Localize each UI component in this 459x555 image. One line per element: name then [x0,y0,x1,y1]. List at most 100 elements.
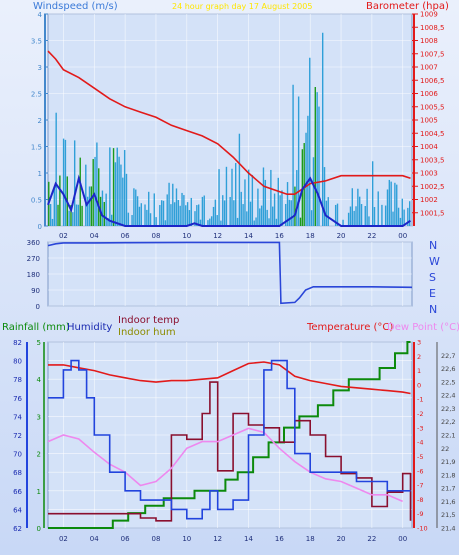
temperature-tick-label: -7 [417,482,423,490]
indoor-temp-label: Indoor temp [118,315,179,326]
barometer-tick-label: 1005 [420,117,438,125]
dew-point-tick-label: 22,4 [441,392,455,400]
barometer-tick-label: 1005,5 [420,103,445,111]
rainfall-axis-label: Rainfall (mm) [2,322,70,333]
time-tick-label: 10 [182,535,191,543]
barometer-tick-label: 1004,5 [420,130,445,138]
temperature-tick-label: 1 [417,367,421,375]
rainfall-tick-label: 2 [37,451,41,459]
compass-south: S [429,271,436,284]
temperature-tick-label: -10 [417,525,428,533]
humidity-tick-label: 74 [13,413,22,421]
direction-tick-label: 180 [27,271,40,279]
humidity-tick-label: 66 [13,488,22,496]
direction-tick-label: 360 [27,239,40,247]
rainfall-tick-label: 4 [37,376,42,384]
temperature-tick-label: -2 [417,410,423,418]
barometer-tick-label: 1007,5 [420,50,445,58]
time-tick-label: 12 [213,535,222,543]
time-tick-label: 08 [152,232,161,240]
time-tick-label: 14 [244,535,253,543]
barometer-tick-label: 1009 [420,11,438,19]
indoor-hum-label: Indoor hum [118,327,176,338]
dew-point-tick-label: 21,9 [441,458,455,466]
direction-axis-ticks: 0 90 180 270 360 [27,239,40,311]
time-tick-label: 00 [398,535,407,543]
time-tick-label: 00 [398,232,407,240]
rainfall-axis-ticks: 0 1 2 3 4 5 [37,339,45,533]
time-tick-label: 02 [59,535,68,543]
compass-west: W [429,255,440,268]
windspeed-tick-label: 4 [38,11,43,19]
time-tick-label: 16 [275,232,284,240]
time-tick-label: 18 [306,535,315,543]
dew-point-tick-label: 22,5 [441,378,455,386]
humidity-tick-label: 62 [13,525,22,533]
windspeed-tick-label: 2.5 [31,91,42,99]
windspeed-tick-label: 0 [38,223,42,231]
temperature-tick-label: -5 [417,453,423,461]
compass-east: E [429,287,436,300]
time-tick-label: 10 [182,232,191,240]
temperature-tick-label: 3 [417,339,421,347]
dew-point-axis-label: Dew Point (°C) [387,322,459,333]
temperature-tick-label: -1 [417,396,423,404]
temperature-tick-label: -6 [417,467,423,475]
barometer-tick-label: 1008 [420,37,438,45]
humidity-tick-label: 76 [13,395,22,403]
barometer-tick-label: 1001,5 [420,209,445,217]
time-tick-label: 22 [367,535,376,543]
temperature-tick-label: -8 [417,496,423,504]
barometer-tick-label: 1006 [420,90,438,98]
humidity-tick-label: 72 [13,432,22,440]
barometer-tick-label: 1006,5 [420,77,445,85]
compass-north-bottom: N [429,303,437,316]
humidity-tick-label: 80 [13,358,22,366]
windspeed-tick-label: 0.5 [31,197,42,205]
windspeed-tick-label: 1.5 [31,144,42,152]
windspeed-tick-label: 3.5 [31,38,42,46]
dew-point-tick-label: 21,5 [441,511,455,519]
compass-north-top: N [429,239,437,252]
temperature-tick-label: -4 [417,439,423,447]
dew-point-tick-label: 21,7 [441,485,455,493]
barometer-tick-label: 1003 [420,170,438,178]
dew-point-tick-label: 22 [441,445,449,453]
direction-tick-label: 0 [36,303,40,311]
time-tick-label: 12 [213,232,222,240]
barometer-tick-label: 1007 [420,64,438,72]
time-tick-label: 18 [306,232,315,240]
windspeed-tick-label: 3 [38,64,42,72]
weather-graph-page: Windspeed (m/s) 24 hour graph day 17 Aug… [0,0,459,555]
temperature-tick-label: -3 [417,424,423,432]
temperature-tick-label: -9 [417,510,423,518]
humidity-tick-label: 64 [13,506,22,514]
compass-labels: N W S E N [429,239,440,316]
temperature-tick-label: 0 [417,381,421,389]
barometer-tick-label: 1002,5 [420,183,445,191]
chart-title: 24 hour graph day 17 August 2005 [172,2,312,11]
dew-point-tick-label: 22,1 [441,432,455,440]
time-tick-label: 04 [90,535,99,543]
dew-point-tick-label: 22,3 [441,405,455,413]
dew-point-tick-label: 21,6 [441,498,455,506]
rainfall-tick-label: 1 [37,488,41,496]
barometer-tick-label: 1008,5 [420,24,445,32]
time-tick-label: 14 [244,232,253,240]
top-time-axis-ticks: 02 04 06 08 10 12 14 16 18 20 22 00 [59,232,407,240]
weather-charts: Windspeed (m/s) 24 hour graph day 17 Aug… [2,1,459,543]
dew-point-axis-ticks: 22,7 22,6 22,5 22,4 22,3 22,2 22,1 22 21,9 21,8 21… [436,342,455,533]
time-tick-label: 08 [152,535,161,543]
temperature-axis-label: Temperature (°C) [306,322,393,333]
barometer-tick-label: 1003,5 [420,156,445,164]
humidity-axis-ticks: 62 64 66 68 70 72 74 76 78 80 82 [13,339,28,533]
time-tick-label: 20 [337,232,346,240]
dew-point-tick-label: 22,7 [441,352,455,360]
windspeed-tick-label: 2 [38,117,42,125]
barometer-tick-label: 1004 [420,143,438,151]
rainfall-tick-label: 3 [37,413,41,421]
time-tick-label: 04 [90,232,99,240]
time-tick-label: 06 [121,535,130,543]
rainfall-tick-label: 0 [37,525,41,533]
direction-tick-label: 270 [27,255,40,263]
